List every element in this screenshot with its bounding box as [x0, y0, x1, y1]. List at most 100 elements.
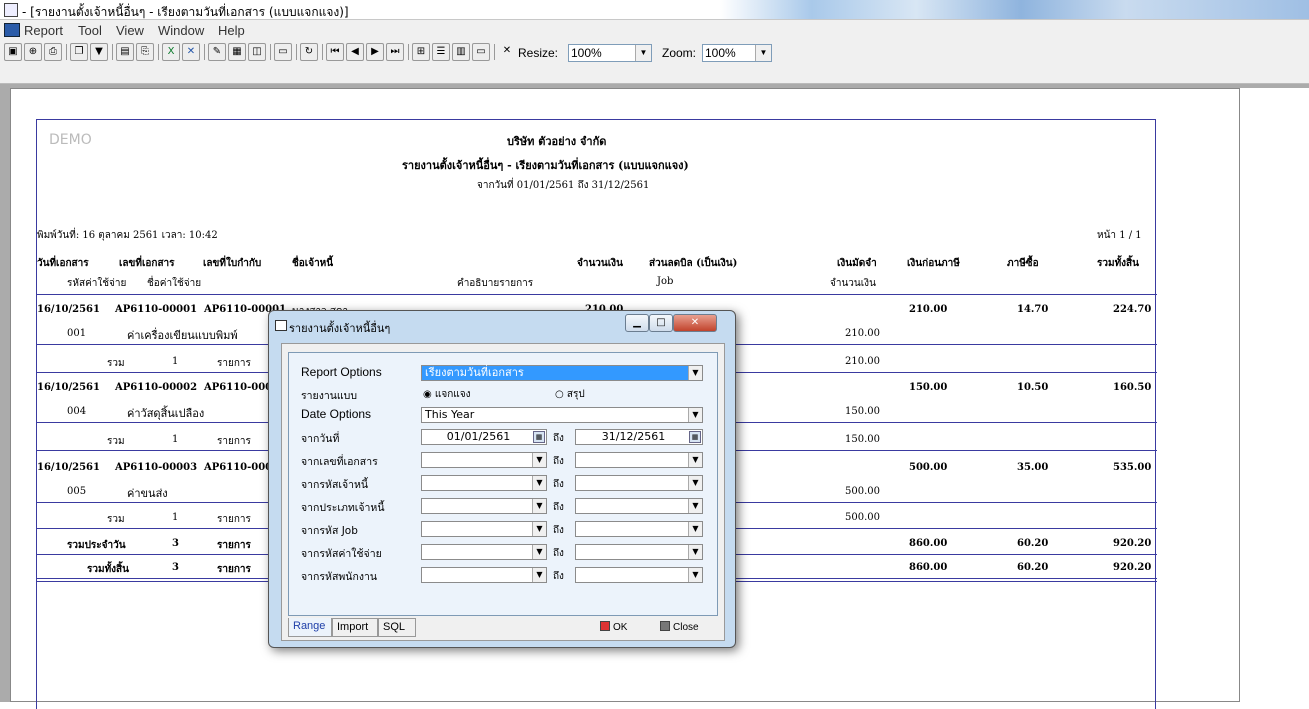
report-options-label: Report Options: [301, 365, 382, 379]
total: 160.50: [1113, 382, 1152, 393]
chevron-down-icon: ▼: [688, 366, 702, 380]
to-doc-select[interactable]: ▼: [575, 452, 703, 468]
last-page-icon[interactable]: ⏭: [386, 43, 404, 61]
copy-icon[interactable]: ❐: [70, 43, 88, 61]
from-date-value: 01/01/2561: [446, 430, 511, 443]
sum-amount: 150.00: [845, 434, 880, 445]
sum-unit: รายการ: [217, 514, 251, 525]
save-icon[interactable]: ▤: [116, 43, 134, 61]
window-icon[interactable]: ▭: [472, 43, 490, 61]
col-header: รวมทั้งสิ้น: [1097, 258, 1139, 269]
col-header: เลขที่ใบกำกับ: [203, 258, 262, 269]
menu-report[interactable]: Report: [24, 23, 63, 38]
ok-button[interactable]: OK: [600, 620, 627, 638]
radio-detail-label: แจกแจง: [434, 389, 471, 400]
from-creditor-type-select[interactable]: ▼: [421, 498, 547, 514]
radio-summary[interactable]: ○ สรุป: [555, 387, 585, 402]
calendar-icon[interactable]: ▦: [533, 431, 545, 443]
maximize-button[interactable]: □: [649, 314, 673, 332]
doc-date: 16/10/2561: [37, 382, 100, 393]
mdi-window-icon[interactable]: [4, 23, 20, 37]
fit-icon[interactable]: ◫: [248, 43, 266, 61]
chevron-down-icon: ▼: [532, 522, 546, 536]
to-expense-select[interactable]: ▼: [575, 544, 703, 560]
tab-import[interactable]: Import: [332, 618, 378, 637]
doc-date: 16/10/2561: [37, 304, 100, 315]
range-label-creditor-type: จากประเภทเจ้าหนี้: [301, 502, 385, 514]
col-header: จำนวนเงิน: [830, 278, 876, 289]
export-icon[interactable]: ⎘: [136, 43, 154, 61]
zoom-icon[interactable]: ⊕: [24, 43, 42, 61]
menu-window[interactable]: Window: [158, 23, 204, 38]
date-options-select[interactable]: This Year ▼: [421, 407, 703, 423]
date-options-value: This Year: [425, 408, 475, 421]
to-creditor-select[interactable]: ▼: [575, 475, 703, 491]
filter-icon[interactable]: ▼: [90, 43, 108, 61]
rows-icon[interactable]: ☰: [432, 43, 450, 61]
to-date-input[interactable]: 31/12/2561 ▦: [575, 429, 703, 445]
menu-view[interactable]: View: [116, 23, 144, 38]
dialog-title: รายงานตั้งเจ้าหนี้อื่นๆ: [289, 322, 391, 335]
to-label: ถึง: [553, 502, 564, 513]
report-options-select[interactable]: เรียงตามวันที่เอกสาร ▼: [421, 365, 703, 381]
paint-icon[interactable]: ✎: [208, 43, 226, 61]
check-icon: [600, 621, 610, 631]
menu-help[interactable]: Help: [218, 23, 245, 38]
resize-value: 100%: [571, 46, 602, 60]
chevron-down-icon: ▼: [755, 45, 771, 61]
preview-icon[interactable]: ▣: [4, 43, 22, 61]
print-icon[interactable]: ⎙: [44, 43, 62, 61]
refresh-icon[interactable]: ↻: [300, 43, 318, 61]
radio-detail[interactable]: ◉ แจกแจง: [423, 387, 470, 402]
from-date-input[interactable]: 01/01/2561 ▦: [421, 429, 547, 445]
daily-vat: 60.20: [1017, 538, 1049, 549]
tab-range[interactable]: Range: [288, 618, 332, 637]
from-employee-select[interactable]: ▼: [421, 567, 547, 583]
col-header: ชื่อค่าใช้จ่าย: [147, 278, 202, 289]
from-doc-select[interactable]: ▼: [421, 452, 547, 468]
to-creditor-type-select[interactable]: ▼: [575, 498, 703, 514]
chevron-down-icon: ▼: [688, 476, 702, 490]
report-type-label: รายงานแบบ: [301, 390, 357, 402]
sum-label: รวม: [107, 514, 125, 525]
col-header: Job: [657, 276, 674, 287]
close-dialog-button[interactable]: Close: [660, 620, 699, 638]
vat: 10.50: [1017, 382, 1049, 393]
close-report-icon[interactable]: ✕: [498, 43, 516, 61]
zoom-select[interactable]: 100% ▼: [702, 44, 772, 62]
delete-icon[interactable]: ✕: [182, 43, 200, 61]
calendar-icon[interactable]: ▦: [689, 431, 701, 443]
expense-code: 005: [67, 486, 87, 497]
excel-icon[interactable]: X: [162, 43, 180, 61]
from-expense-select[interactable]: ▼: [421, 544, 547, 560]
image-icon[interactable]: ▭: [274, 43, 292, 61]
minimize-button[interactable]: ▁: [625, 314, 649, 332]
first-page-icon[interactable]: ⏮: [326, 43, 344, 61]
next-page-icon[interactable]: ▶: [366, 43, 384, 61]
to-employee-select[interactable]: ▼: [575, 567, 703, 583]
menu-tool[interactable]: Tool: [78, 23, 102, 38]
from-job-select[interactable]: ▼: [421, 521, 547, 537]
from-creditor-select[interactable]: ▼: [421, 475, 547, 491]
tab-sql[interactable]: SQL: [378, 618, 416, 637]
columns-icon[interactable]: ▥: [452, 43, 470, 61]
from-date-label: จากวันที่: [301, 433, 340, 445]
range-label-expense: จากรหัสค่าใช้จ่าย: [301, 548, 382, 560]
sum-label: รวม: [107, 436, 125, 447]
resize-select[interactable]: 100% ▼: [568, 44, 652, 62]
expense-code: 004: [67, 406, 87, 417]
vat: 14.70: [1017, 304, 1049, 315]
date-range: จากวันที่ 01/01/2561 ถึง 31/12/2561: [477, 180, 650, 191]
close-button[interactable]: ✕: [673, 314, 717, 332]
title-bar: - [รายงานตั้งเจ้าหนี้อื่นๆ - เรียงตามวัน…: [0, 0, 1309, 20]
zoom-value: 100%: [705, 46, 736, 60]
grand-vat: 60.20: [1017, 562, 1049, 573]
col-header: จำนวนเงิน: [577, 258, 623, 269]
layout-icon[interactable]: ⊞: [412, 43, 430, 61]
prev-page-icon[interactable]: ◀: [346, 43, 364, 61]
to-job-select[interactable]: ▼: [575, 521, 703, 537]
radio-summary-label: สรุป: [566, 389, 585, 400]
col-header: เงินก่อนภาษี: [907, 258, 960, 269]
before-tax: 210.00: [909, 304, 948, 315]
grid-icon[interactable]: ▦: [228, 43, 246, 61]
